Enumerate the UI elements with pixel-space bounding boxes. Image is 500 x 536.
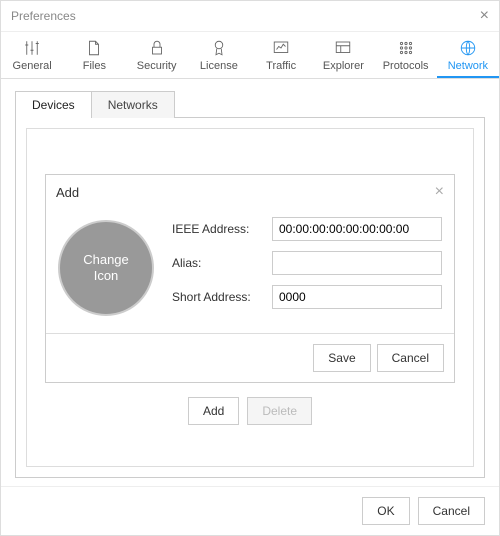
short-address-input[interactable]: [272, 285, 442, 309]
preferences-dialog: Preferences × General Files Security Lic…: [0, 0, 500, 536]
dialog-footer: OK Cancel: [1, 486, 499, 535]
tab-label: Network: [448, 60, 488, 72]
tab-label: Traffic: [266, 60, 296, 72]
tab-files[interactable]: Files: [63, 32, 125, 78]
tab-label: Explorer: [323, 60, 364, 72]
panel-bottom-buttons: Add Delete: [45, 383, 455, 429]
subtab-devices[interactable]: Devices: [15, 91, 92, 118]
devices-inner: Add × Change Icon IEEE Address: Alias:: [26, 128, 474, 467]
layout-icon: [314, 38, 372, 58]
devices-panel: Add × Change Icon IEEE Address: Alias:: [15, 117, 485, 478]
ieee-address-input[interactable]: [272, 217, 442, 241]
sub-tabs: Devices Networks: [15, 91, 485, 118]
tab-label: Security: [137, 60, 177, 72]
tab-label: General: [13, 60, 52, 72]
change-icon-button[interactable]: Change Icon: [58, 220, 154, 316]
tab-label: Files: [83, 60, 106, 72]
tab-label: Protocols: [383, 60, 429, 72]
main-tabs: General Files Security License Traffic E…: [1, 32, 499, 79]
add-card-title: Add: [56, 185, 79, 200]
award-icon: [190, 38, 248, 58]
save-button[interactable]: Save: [313, 344, 370, 372]
short-address-label: Short Address:: [172, 290, 272, 304]
ieee-label: IEEE Address:: [172, 222, 272, 236]
tab-network[interactable]: Network: [437, 32, 499, 78]
row-short: Short Address:: [172, 285, 442, 309]
file-icon: [65, 38, 123, 58]
tab-general[interactable]: General: [1, 32, 63, 78]
close-icon[interactable]: ×: [435, 183, 444, 201]
alias-input[interactable]: [272, 251, 442, 275]
row-ieee: IEEE Address:: [172, 217, 442, 241]
chart-icon: [252, 38, 310, 58]
grid-icon: [377, 38, 435, 58]
alias-label: Alias:: [172, 256, 272, 270]
add-device-card: Add × Change Icon IEEE Address: Alias:: [45, 174, 455, 383]
globe-icon: [439, 38, 497, 58]
delete-button: Delete: [247, 397, 312, 425]
add-cancel-button[interactable]: Cancel: [377, 344, 444, 372]
add-card-body: Change Icon IEEE Address: Alias:: [46, 209, 454, 333]
add-button[interactable]: Add: [188, 397, 239, 425]
add-fields: IEEE Address: Alias: Short Address:: [172, 217, 442, 319]
titlebar: Preferences ×: [1, 1, 499, 32]
tab-security[interactable]: Security: [126, 32, 188, 78]
tab-explorer[interactable]: Explorer: [312, 32, 374, 78]
tab-license[interactable]: License: [188, 32, 250, 78]
row-alias: Alias:: [172, 251, 442, 275]
lock-icon: [128, 38, 186, 58]
window-title: Preferences: [11, 9, 76, 23]
ok-button[interactable]: OK: [362, 497, 409, 525]
tab-label: License: [200, 60, 238, 72]
sliders-icon: [3, 38, 61, 58]
tab-traffic[interactable]: Traffic: [250, 32, 312, 78]
subtab-networks[interactable]: Networks: [91, 91, 175, 118]
tab-protocols[interactable]: Protocols: [375, 32, 437, 78]
panel-area: Devices Networks Add × Change Icon IEEE …: [1, 79, 499, 486]
add-card-header: Add ×: [46, 175, 454, 209]
close-icon[interactable]: ×: [480, 7, 489, 25]
add-card-footer: Save Cancel: [46, 333, 454, 382]
cancel-button[interactable]: Cancel: [418, 497, 485, 525]
